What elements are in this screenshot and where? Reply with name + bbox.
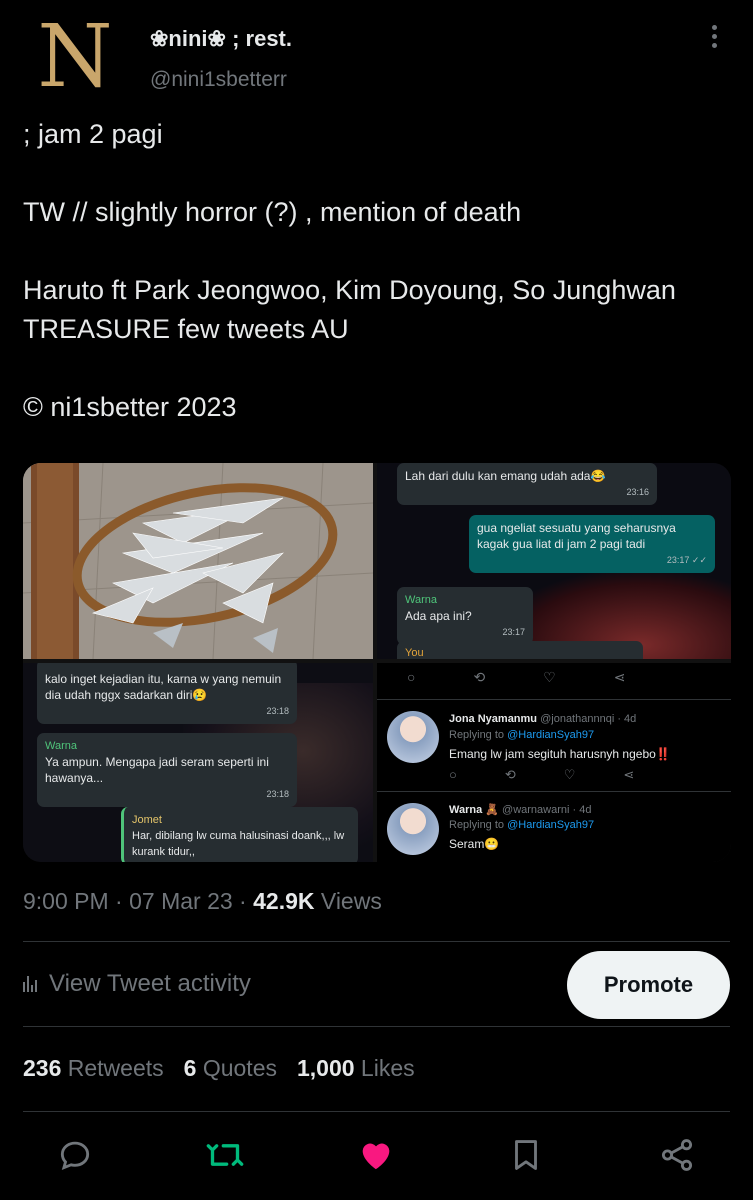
replies-screenshot[interactable]: ○⟲♡⋖ Jona Nyamanmu @jonathannnqi · 4d Re…: [377, 663, 731, 862]
heart-icon: [362, 1143, 390, 1170]
retweet-button[interactable]: [200, 1130, 250, 1180]
like-button[interactable]: [351, 1130, 401, 1180]
tweet-line: ; jam 2 pagi: [23, 119, 163, 149]
engagement-stats: 236 Retweets 6 Quotes 1,000 Likes: [23, 1055, 415, 1082]
analytics-icon: [23, 976, 37, 992]
reply-text: Emang lw jam segituh harusnyh ngebo‼️: [449, 747, 671, 761]
tweet-line: Haruto ft Park Jeongwoo, Kim Doyoung, So…: [23, 275, 676, 344]
media-grid: Lah dari dulu kan emang udah ada😂 23:16 …: [23, 463, 731, 862]
chat-screenshot-1[interactable]: Lah dari dulu kan emang udah ada😂 23:16 …: [377, 463, 731, 659]
promote-button[interactable]: Promote: [567, 951, 730, 1019]
bookmark-button[interactable]: [501, 1130, 551, 1180]
avatar[interactable]: N: [30, 12, 120, 102]
chat-message: Jomet Har, dibilang lw cuma halusinasi d…: [121, 807, 358, 862]
chat-message-time: 23:16: [626, 487, 649, 497]
reply-avatar: [387, 711, 439, 763]
views-count[interactable]: 42.9K: [253, 888, 314, 914]
speech-bubble-icon: [60, 1141, 90, 1171]
chat-message: gua ngeliat sesuatu yang seharusnya kaga…: [469, 515, 715, 573]
chat-message-text: kalo inget kejadian itu, karna w yang ne…: [45, 672, 282, 702]
divider: [23, 1026, 730, 1027]
tweet-time: 9:00 PM: [23, 888, 109, 914]
view-tweet-activity-link[interactable]: View Tweet activity: [23, 970, 251, 998]
tweet-meta: 9:00 PM · 07 Mar 23 · 42.9K Views: [23, 888, 382, 914]
likes-stat[interactable]: 1,000 Likes: [297, 1055, 415, 1081]
broken-mirror-image[interactable]: [23, 463, 373, 659]
chat-message-text: Har, dibilang lw cuma halusinasi doank,,…: [132, 830, 345, 858]
chat-message: You: [397, 641, 643, 659]
reply-author: Warna 🧸 @warnawarni · 4d: [449, 804, 592, 816]
chat-message: Warna Ada apa ini? 23:17: [397, 587, 533, 645]
chat-message-time: 23:17 ✓✓: [666, 555, 707, 565]
chat-message-time: 23:18: [266, 789, 289, 799]
share-icon: [661, 1139, 693, 1171]
share-button[interactable]: [652, 1130, 702, 1180]
bookmark-icon: [515, 1140, 537, 1170]
action-bar: [0, 1130, 753, 1190]
tweet-text: ; jam 2 pagi TW // slightly horror (?) ,…: [23, 115, 723, 427]
author-handle[interactable]: @nini1sbetterr: [150, 68, 287, 92]
chat-message: Warna Ya ampun. Mengapa jadi seram seper…: [37, 733, 297, 807]
retweet-icon: [206, 1144, 244, 1166]
retweets-stat[interactable]: 236 Retweets: [23, 1055, 164, 1081]
reply-avatar: [387, 803, 439, 855]
chat-message-text: Ada apa ini?: [405, 609, 472, 623]
view-tweet-activity-label: View Tweet activity: [49, 970, 251, 997]
author-display-name[interactable]: ❀nini❀ ; rest.: [150, 26, 292, 52]
tweet-date: 07 Mar 23: [129, 888, 233, 914]
divider: [23, 941, 730, 942]
reply-replying-to: Replying to @HardianSyah97: [449, 729, 595, 741]
quotes-stat[interactable]: 6 Quotes: [184, 1055, 277, 1081]
divider: [23, 1111, 730, 1112]
chat-sender: Jomet: [132, 814, 162, 826]
views-label[interactable]: Views: [315, 888, 382, 914]
chat-message-text: Lah dari dulu kan emang udah ada😂: [405, 469, 606, 483]
chat-message-time: 23:18: [266, 706, 289, 716]
reply-button[interactable]: [50, 1130, 100, 1180]
chat-sender: Warna: [45, 740, 77, 752]
reply-text: Seram😬: [449, 837, 500, 851]
chat-message-text: Ya ampun. Mengapa jadi seram seperti ini…: [45, 755, 269, 785]
chat-message: kalo inget kejadian itu, karna w yang ne…: [37, 663, 297, 724]
chat-message-text: gua ngeliat sesuatu yang seharusnya kaga…: [477, 521, 676, 551]
reply-author: Jona Nyamanmu @jonathannnqi · 4d: [449, 713, 637, 725]
avatar-letter: N: [37, 7, 113, 107]
more-options-icon[interactable]: [704, 25, 724, 51]
chat-message: Lah dari dulu kan emang udah ada😂 23:16: [397, 463, 657, 505]
chat-sender: Warna: [405, 594, 437, 606]
reply-replying-to: Replying to @HardianSyah97: [449, 819, 595, 831]
chat-message-time: 23:17: [502, 627, 525, 637]
tweet-line: © ni1sbetter 2023: [23, 392, 237, 422]
tweet-line: TW // slightly horror (?) , mention of d…: [23, 197, 522, 227]
chat-screenshot-2[interactable]: kalo inget kejadian itu, karna w yang ne…: [23, 663, 373, 862]
chat-sender: You: [405, 647, 424, 659]
reply-action-icons: ○⟲♡⋖: [449, 767, 683, 782]
reply-action-icons: ○⟲♡⋖: [407, 669, 684, 685]
